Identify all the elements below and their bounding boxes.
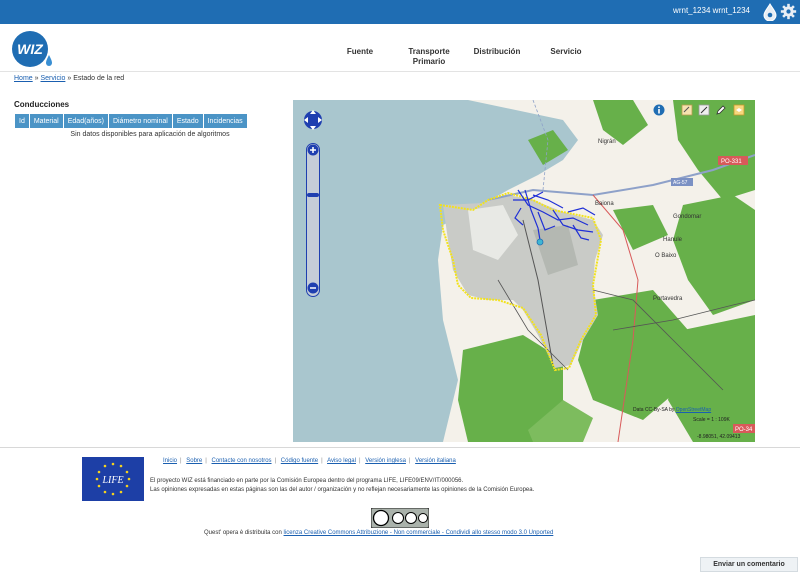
zoom-in-icon[interactable] [307, 144, 319, 156]
breadcrumb-separator: » [34, 75, 39, 82]
map-road-po331: PO-331 [721, 159, 742, 165]
funding-text: El proyecto WIZ está financiado en parte… [150, 478, 464, 484]
top-bar: wrnt_1234 wrnt_1234 [0, 0, 800, 24]
creative-commons-badge[interactable] [371, 508, 429, 528]
conducciones-title: Conducciones [14, 100, 70, 109]
map-zoom-control [303, 104, 323, 297]
footer-separator: | [274, 458, 277, 464]
map-label-baiona: Baiona [595, 201, 614, 207]
send-comment-button[interactable]: Enviar un comentario [700, 557, 798, 572]
wiz-logo-text: WIZ [17, 41, 43, 57]
license-prefix: Quest' opera è distribuita con [204, 530, 282, 536]
footer-links: Inicio | Sobre | Contacte con nosotros | Có… [163, 458, 459, 464]
nav-distribucion[interactable]: Distribución [467, 47, 527, 57]
measure-tool-icon[interactable] [698, 104, 710, 116]
footer-separator: | [321, 458, 323, 464]
zoom-out-icon[interactable] [307, 282, 319, 294]
footer-info: El proyecto WIZ está financiado en parte… [150, 477, 534, 495]
eu-life-logo: LIFE [82, 457, 144, 501]
column-header-diametro[interactable]: Diámetro nominal [107, 113, 173, 129]
license-link[interactable]: licenza Creative Commons Attribuzione - … [284, 530, 554, 536]
map-scale: Scale = 1 : 109K [693, 417, 730, 423]
footer-separator: | [205, 458, 207, 464]
map-canvas[interactable]: Nigrán Gondomar Baiona Hanule O Baixo Po… [293, 100, 755, 442]
map-label-hanule: Hanule [663, 237, 683, 243]
info-icon[interactable] [653, 104, 665, 116]
footer-separator: | [180, 458, 182, 464]
water-drop-user-icon[interactable] [762, 3, 778, 21]
nav-fuente[interactable]: Fuente [338, 47, 382, 57]
table-header-row: Id Material Edad(años) Diámetro nominal … [14, 113, 248, 129]
zoom-slider-handle[interactable] [307, 193, 319, 197]
breadcrumb: Home » Servicio » Estado de la red [14, 75, 124, 82]
breadcrumb-servicio[interactable]: Servicio [41, 75, 66, 82]
disclaimer-text: Las opiniones expresadas en estas página… [150, 487, 535, 493]
footer-divider [0, 447, 800, 448]
conducciones-table: Id Material Edad(años) Diámetro nominal … [14, 113, 248, 129]
column-header-material[interactable]: Material [28, 113, 64, 129]
map-road-po34: PO-34 [735, 427, 753, 433]
column-header-incidencias[interactable]: Incidencias [202, 113, 248, 129]
column-header-id[interactable]: Id [14, 113, 30, 129]
nav-servicio[interactable]: Servicio [541, 47, 591, 57]
map-coordinates: -8.98051, 42.09413 [697, 434, 741, 440]
user-name[interactable]: wrnt_1234 wrnt_1234 [673, 6, 750, 15]
map-label-gondomar: Gondomar [673, 214, 701, 220]
eu-logo-text: LIFE [101, 475, 123, 486]
breadcrumb-home[interactable]: Home [14, 75, 33, 82]
nav-transporte-primario[interactable]: Transporte Primario [400, 47, 458, 67]
network-map[interactable]: Nigrán Gondomar Baiona Hanule O Baixo Po… [293, 100, 755, 442]
zoom-slider[interactable] [306, 143, 320, 297]
gear-icon[interactable] [780, 3, 797, 20]
footer-link-contacte[interactable]: Contacte con nosotros [212, 458, 272, 464]
map-road-ag57: AG-57 [673, 180, 688, 186]
license-notice: Quest' opera è distribuita con licenza C… [204, 530, 553, 536]
empty-table-message: Sin datos disponibles para aplicación de… [70, 131, 230, 138]
breadcrumb-current: Estado de la red [73, 75, 125, 82]
footer-separator: | [358, 458, 361, 464]
map-label-portavedra: Portavedra [653, 296, 683, 302]
column-header-estado[interactable]: Estado [171, 113, 204, 129]
pencil-icon[interactable] [715, 104, 727, 116]
pan-control-icon[interactable] [303, 104, 323, 136]
map-label-o-baixo: O Baixo [655, 253, 677, 259]
site-header: WIZ Fuente Transporte Primario Distribuc… [0, 24, 800, 72]
map-label-nigran: Nigrán [598, 139, 616, 145]
footer-link-aviso[interactable]: Aviso legal [327, 458, 356, 464]
osm-link[interactable]: OpenStreetMap [676, 407, 711, 413]
footer-link-inicio[interactable]: Inicio [163, 458, 177, 464]
map-attribution: Data CC-By-SA by [633, 407, 675, 413]
select-tool-icon[interactable] [681, 104, 693, 116]
footer-separator: | [408, 458, 411, 464]
column-header-edad[interactable]: Edad(años) [62, 113, 109, 129]
footer-link-ingles[interactable]: Versión inglesa [365, 458, 406, 464]
wiz-logo[interactable]: WIZ [9, 29, 55, 69]
footer-link-codigo[interactable]: Código fuente [281, 458, 318, 464]
footer-link-sobre[interactable]: Sobre [186, 458, 202, 464]
footer-link-italiano[interactable]: Versión italiana [415, 458, 456, 464]
breadcrumb-separator: » [67, 75, 72, 82]
layers-icon[interactable] [733, 104, 745, 116]
